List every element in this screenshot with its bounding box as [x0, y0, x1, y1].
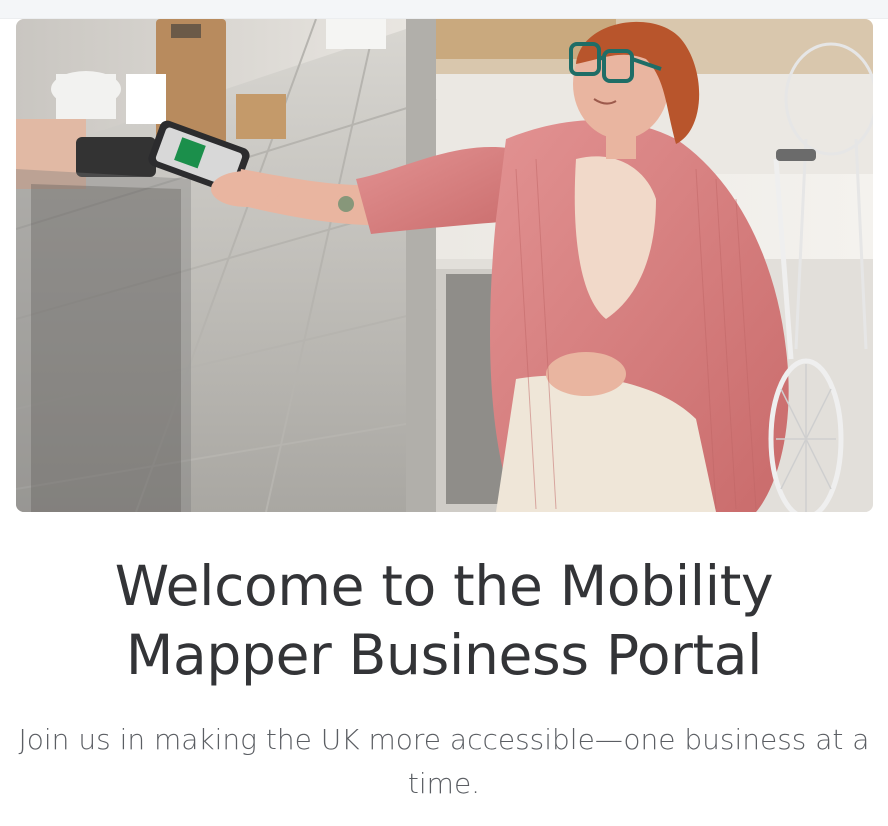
top-bar [0, 0, 888, 19]
page-subtitle-line-2: time. [407, 767, 481, 800]
page-title-line-2: Mapper Business Portal [125, 623, 763, 687]
page-subtitle: Join us in making the UK more accessible… [0, 718, 888, 806]
page-title-line-1: Welcome to the Mobility [114, 554, 774, 618]
page-subtitle-line-1: Join us in making the UK more accessible… [18, 723, 870, 756]
page-title: Welcome to the Mobility Mapper Business … [0, 552, 888, 690]
hero-illustration [16, 19, 873, 512]
hero-image [16, 19, 873, 512]
